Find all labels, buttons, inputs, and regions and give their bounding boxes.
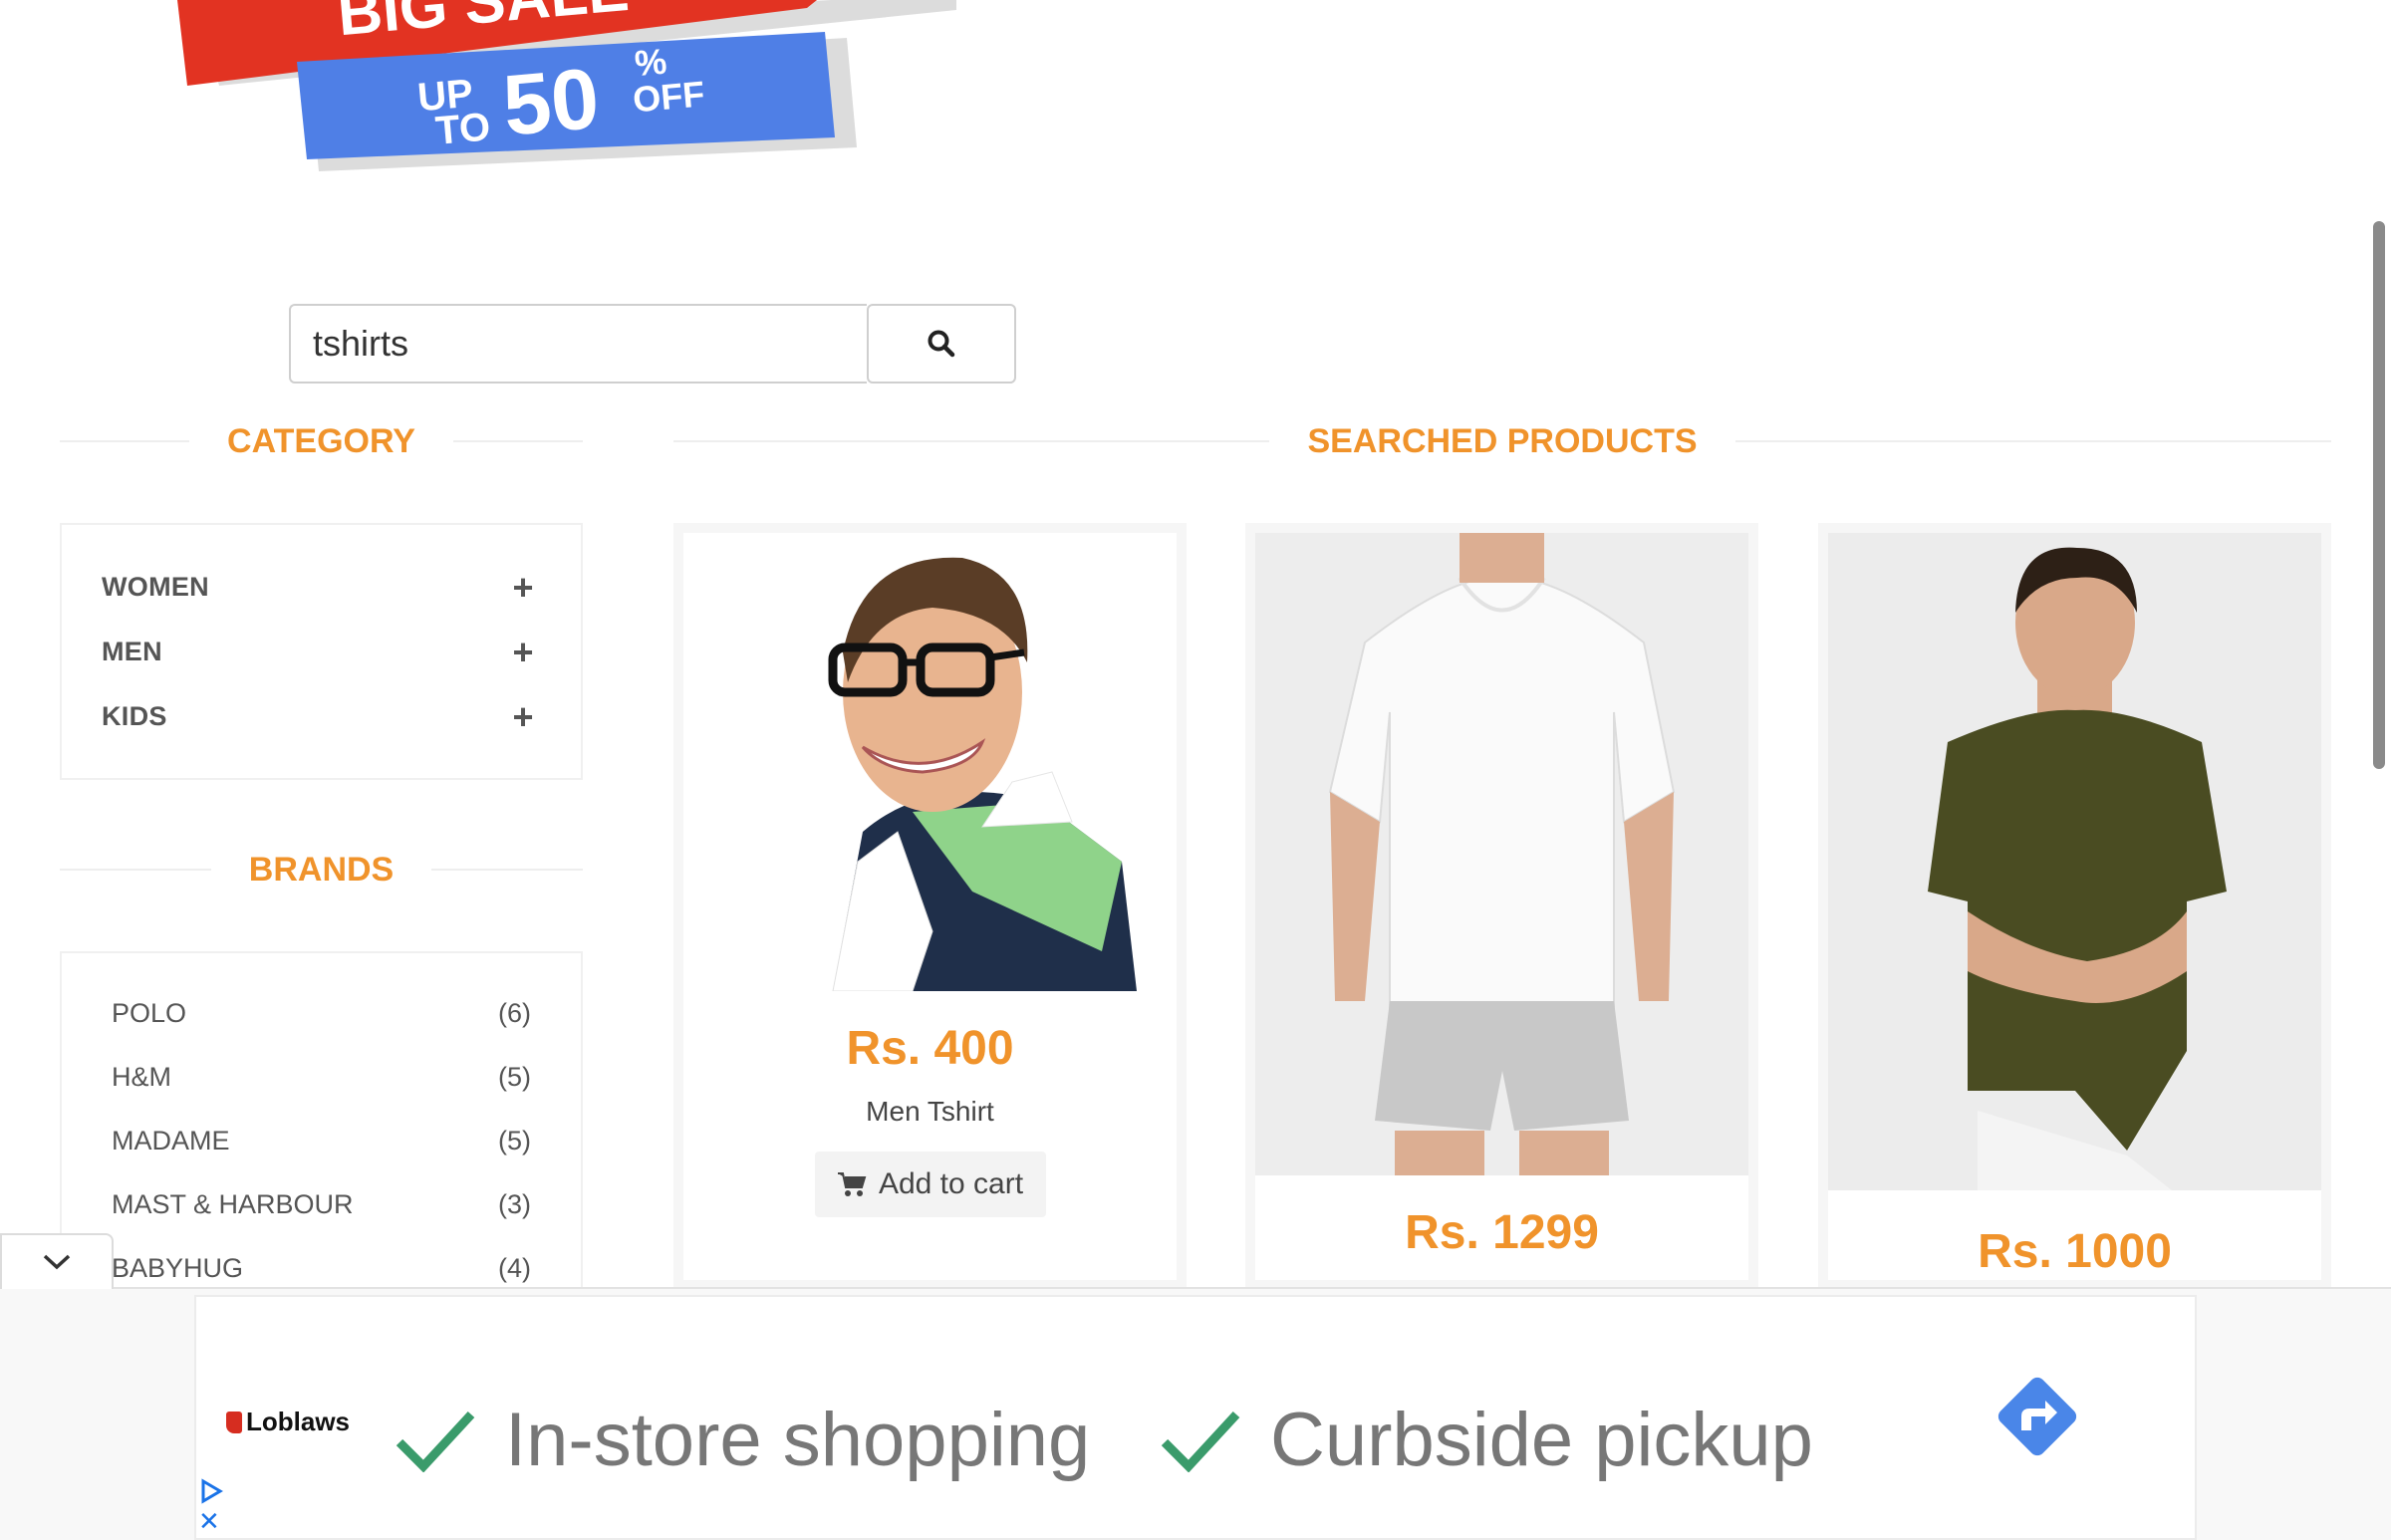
ad-brand-name: Loblaws bbox=[246, 1407, 351, 1436]
brands-title: BRANDS bbox=[248, 850, 395, 889]
ad-collapse-toggle[interactable] bbox=[0, 1233, 114, 1289]
products-title: SEARCHED PRODUCTS bbox=[1307, 421, 1698, 460]
brand-label: BABYHUG bbox=[112, 1252, 244, 1283]
divider bbox=[60, 869, 211, 871]
brand-count: (6) bbox=[498, 997, 531, 1028]
brand-item-mast-harbour[interactable]: MAST & HARBOUR (3) bbox=[112, 1172, 531, 1236]
ad-feature-label: Curbside pickup bbox=[1270, 1398, 1813, 1482]
search-button[interactable] bbox=[867, 304, 1016, 384]
brand-label: MADAME bbox=[112, 1125, 230, 1155]
category-item-label: WOMEN bbox=[102, 572, 209, 602]
product-name[interactable]: Men Tshirt bbox=[683, 1096, 1177, 1128]
search-icon bbox=[928, 330, 955, 358]
product-card[interactable]: Rs. 400 Men Tshirt Add to cart bbox=[673, 523, 1187, 1290]
chevron-down-icon bbox=[43, 1254, 71, 1270]
ad-feature-curbside: Curbside pickup bbox=[1161, 1397, 1813, 1483]
brand-count: (5) bbox=[498, 1061, 531, 1092]
ad-feature-label: In-store shopping bbox=[505, 1398, 1091, 1482]
category-item-men[interactable]: MEN + bbox=[102, 620, 541, 684]
scrollbar-thumb[interactable] bbox=[2373, 221, 2385, 769]
brand-item-babyhug[interactable]: BABYHUG (4) bbox=[112, 1236, 531, 1288]
brand-count: (4) bbox=[498, 1252, 531, 1283]
divider bbox=[431, 869, 584, 871]
product-image[interactable] bbox=[1828, 533, 2321, 1190]
product-price: Rs. 1299 bbox=[1405, 1206, 1599, 1259]
category-heading: CATEGORY bbox=[60, 416, 583, 466]
divider bbox=[452, 440, 583, 442]
brands-heading: BRANDS bbox=[60, 845, 584, 895]
brand-label: MAST & HARBOUR bbox=[112, 1188, 354, 1219]
plus-icon[interactable]: + bbox=[505, 567, 541, 609]
plus-icon[interactable]: + bbox=[505, 632, 541, 673]
category-title: CATEGORY bbox=[227, 421, 415, 460]
plus-icon[interactable]: + bbox=[505, 696, 541, 738]
divider bbox=[60, 440, 190, 442]
ad-choices-icon[interactable] bbox=[198, 1478, 224, 1504]
banner-off: OFF bbox=[632, 73, 706, 120]
category-item-women[interactable]: WOMEN + bbox=[102, 555, 541, 620]
brand-item-polo[interactable]: POLO (6) bbox=[112, 981, 531, 1045]
product-card[interactable]: Rs. 1299 bbox=[1245, 523, 1758, 1290]
directions-icon[interactable] bbox=[1990, 1369, 2085, 1464]
ad-logo: Loblaws bbox=[226, 1407, 350, 1437]
brand-label: H&M bbox=[112, 1061, 171, 1092]
products-heading: SEARCHED PRODUCTS bbox=[673, 416, 2332, 466]
search-input[interactable] bbox=[289, 304, 867, 384]
product-card[interactable]: Rs. 1000 bbox=[1818, 523, 2331, 1290]
divider bbox=[673, 440, 1270, 442]
category-item-kids[interactable]: KIDS + bbox=[102, 684, 541, 749]
category-list: WOMEN + MEN + KIDS + bbox=[60, 523, 583, 780]
product-image[interactable] bbox=[1255, 533, 1748, 1175]
banner-to: TO bbox=[433, 105, 491, 153]
add-to-cart-label: Add to cart bbox=[878, 1167, 1024, 1200]
ad-close-icon[interactable]: ✕ bbox=[198, 1508, 220, 1534]
category-item-label: KIDS bbox=[102, 701, 167, 731]
brand-label: POLO bbox=[112, 997, 187, 1028]
checkmark-icon bbox=[396, 1411, 475, 1472]
checkmark-icon bbox=[1161, 1411, 1240, 1472]
brand-item-madame[interactable]: MADAME (5) bbox=[112, 1109, 531, 1172]
category-item-label: MEN bbox=[102, 637, 162, 666]
ad-feature-in-store: In-store shopping bbox=[396, 1397, 1090, 1483]
sale-banner[interactable]: BIG SALE UP TO 50 % OFF bbox=[169, 0, 966, 179]
brand-item-hm[interactable]: H&M (5) bbox=[112, 1045, 531, 1109]
brand-count: (3) bbox=[498, 1188, 531, 1219]
page-scrollbar[interactable] bbox=[2367, 0, 2391, 1285]
add-to-cart-button[interactable]: Add to cart bbox=[814, 1152, 1046, 1217]
search-bar bbox=[289, 304, 1016, 384]
brand-list: POLO (6) H&M (5) MADAME (5) MAST & HARBO… bbox=[60, 951, 583, 1290]
banner-percent-value: 50 bbox=[499, 51, 603, 154]
ad-frame[interactable]: Loblaws In-store shopping Curbside picku… bbox=[194, 1295, 2197, 1540]
loblaws-logo-icon bbox=[226, 1411, 242, 1433]
sale-banner-graphic: BIG SALE UP TO 50 % OFF bbox=[177, 0, 956, 171]
product-price: Rs. 1000 bbox=[1978, 1225, 2172, 1278]
brand-count: (5) bbox=[498, 1125, 531, 1155]
product-image[interactable] bbox=[683, 533, 1177, 991]
divider bbox=[1734, 440, 2332, 442]
product-price: Rs. 400 bbox=[846, 1022, 1014, 1075]
cart-icon bbox=[837, 1172, 867, 1196]
